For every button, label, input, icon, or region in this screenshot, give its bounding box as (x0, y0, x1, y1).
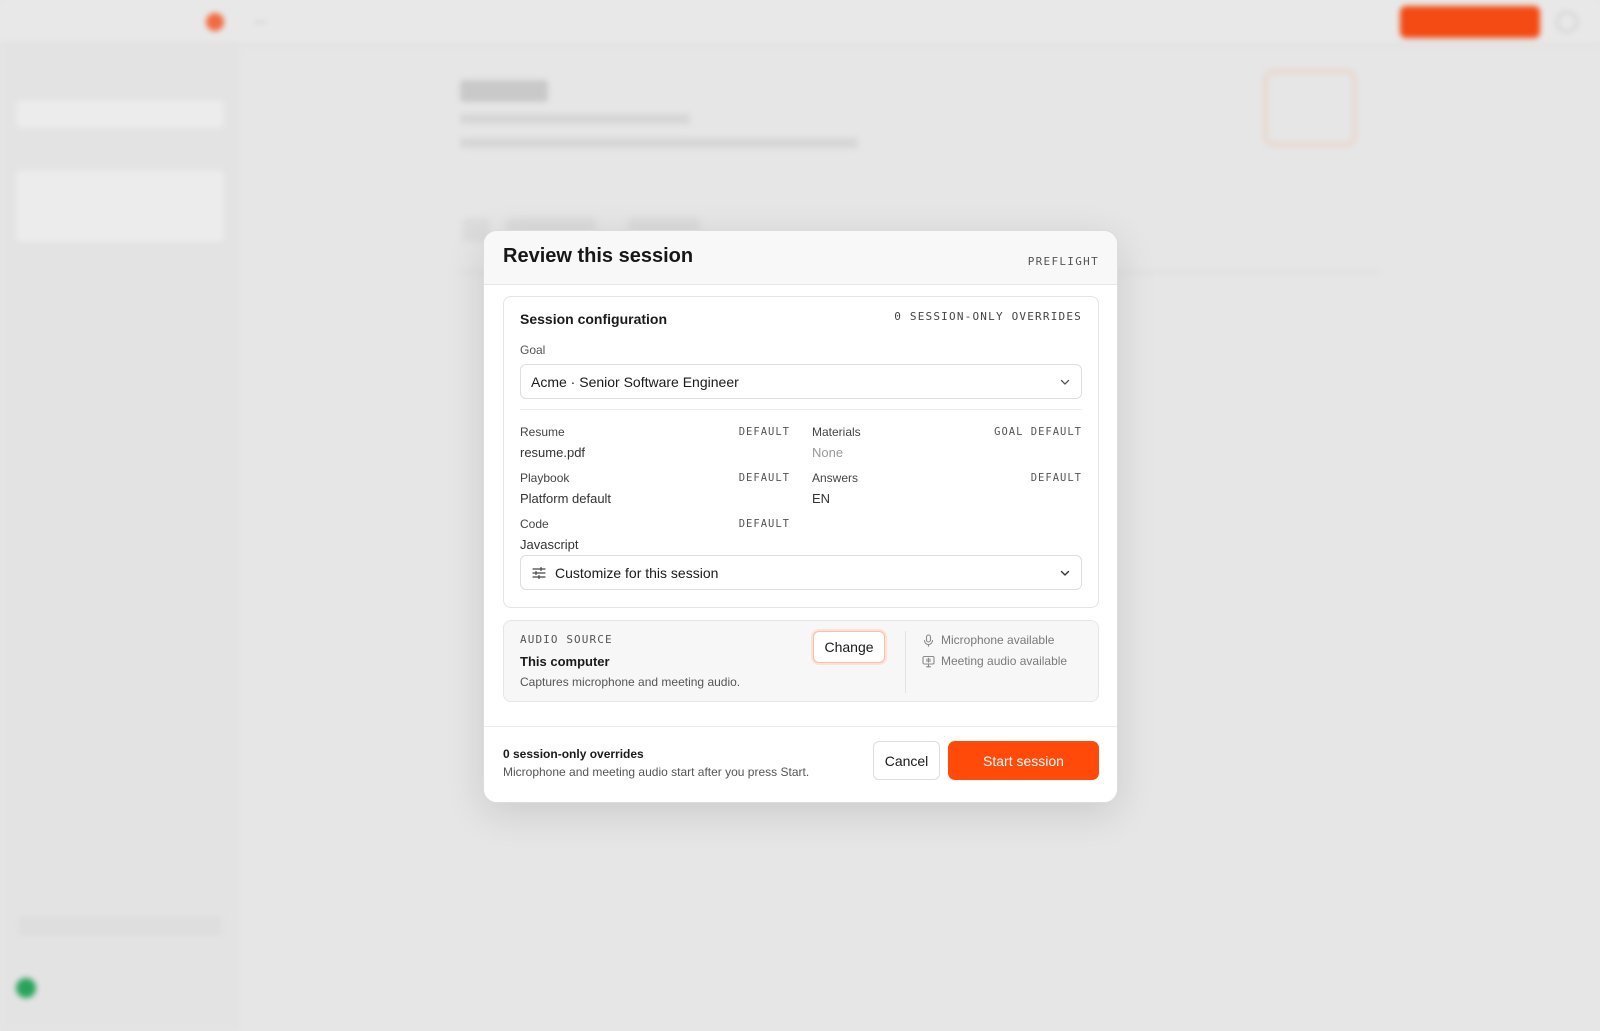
resume-label: Resume (520, 425, 565, 439)
overrides-summary: 0 session-only overrides (503, 747, 644, 761)
materials-label: Materials (812, 425, 861, 439)
session-configuration-card: Session configuration 0 SESSION-ONLY OVE… (503, 296, 1099, 608)
meeting-audio-status-text: Meeting audio available (941, 654, 1068, 668)
audio-source-description: Captures microphone and meeting audio. (520, 675, 741, 689)
materials-value: None (812, 445, 844, 460)
chevron-down-icon (1060, 570, 1070, 576)
monitor-audio-icon (922, 655, 935, 668)
audio-divider (905, 631, 906, 693)
background-goal-card (16, 170, 224, 242)
dialog-footer: 0 session-only overrides Microphone and … (484, 726, 1117, 802)
background-cta-button (1400, 6, 1540, 38)
preflight-badge: PREFLIGHT (1027, 255, 1099, 268)
background-title-block (460, 80, 548, 102)
resume-tag: DEFAULT (738, 426, 790, 438)
background-illustration (1264, 70, 1356, 146)
background-topbar: ··· (0, 0, 1600, 44)
start-hint: Microphone and meeting audio start after… (503, 765, 810, 779)
microphone-icon (923, 634, 934, 647)
customize-label: Customize for this session (555, 565, 719, 581)
code-tag: DEFAULT (738, 518, 790, 530)
chevron-down-icon (1060, 379, 1070, 385)
dialog-title: Review this session (503, 245, 694, 267)
background-text-block (460, 114, 690, 124)
audio-source-card: AUDIO SOURCE This computer Captures micr… (503, 620, 1099, 702)
code-value: Javascript (520, 537, 579, 552)
configuration-title: Session configuration (520, 311, 668, 327)
background-nav-item (16, 914, 224, 938)
playbook-tag: DEFAULT (738, 472, 790, 484)
answers-tag: DEFAULT (1030, 472, 1082, 484)
background-text-block (460, 138, 858, 148)
change-audio-source-button[interactable]: Change (813, 631, 885, 663)
microphone-status-text: Microphone available (941, 633, 1055, 647)
dialog-header: Review this session PREFLIGHT (484, 231, 1117, 285)
sliders-icon (532, 566, 546, 580)
cancel-button[interactable]: Cancel (873, 741, 940, 780)
overrides-badge: 0 SESSION-ONLY OVERRIDES (894, 310, 1082, 323)
goal-label: Goal (520, 343, 546, 357)
background-sidebar (0, 44, 236, 1031)
code-label: Code (520, 517, 549, 531)
playbook-value: Platform default (520, 491, 612, 506)
audio-source-label: AUDIO SOURCE (520, 633, 613, 646)
answers-value: EN (812, 491, 831, 506)
audio-source-name: This computer (520, 654, 610, 669)
config-divider (520, 409, 1082, 410)
avatar (16, 978, 36, 998)
start-session-button[interactable]: Start session (948, 741, 1099, 780)
playbook-label: Playbook (520, 471, 570, 485)
app-logo (206, 13, 224, 31)
answers-label: Answers (812, 471, 859, 485)
customize-session-toggle[interactable]: Customize for this session (520, 555, 1082, 590)
resume-value: resume.pdf (520, 445, 586, 460)
materials-tag: GOAL DEFAULT (994, 426, 1082, 438)
review-session-dialog: Review this session PREFLIGHT Session co… (483, 230, 1118, 803)
help-icon (1556, 11, 1578, 33)
goal-select[interactable]: Acme · Senior Software Engineer (520, 364, 1082, 399)
background-new-goal-box (16, 100, 224, 128)
goal-selected-value: Acme · Senior Software Engineer (531, 374, 739, 390)
background-breadcrumb: ··· (254, 14, 267, 29)
